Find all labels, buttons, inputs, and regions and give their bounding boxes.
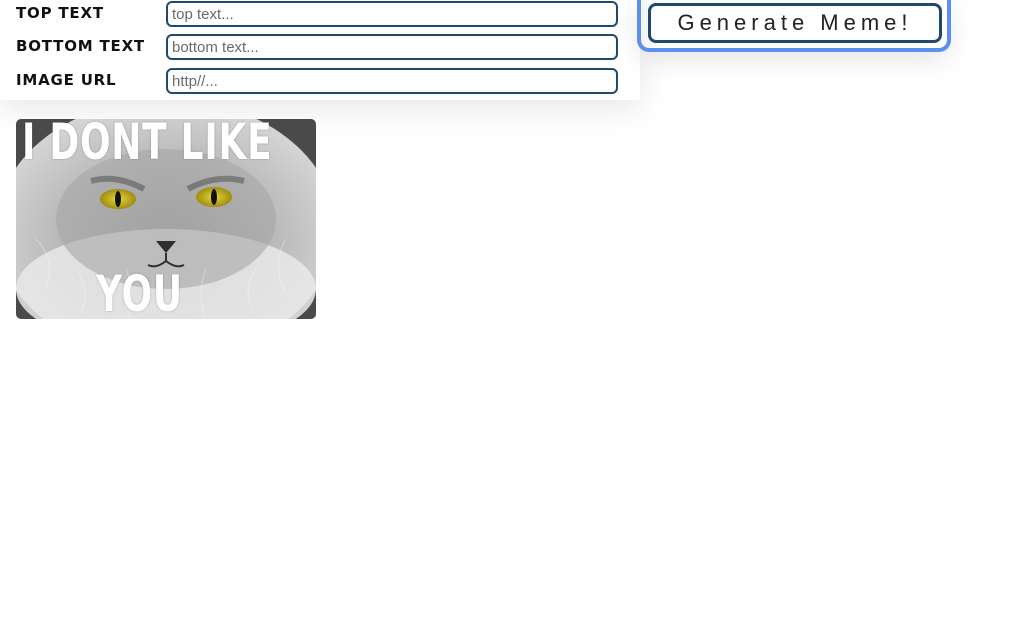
bottom-text-label: BOTTOM TEXT [16,37,145,55]
image-url-input[interactable] [166,68,618,94]
top-text-input[interactable] [166,1,618,27]
meme-card[interactable]: I DONT LIKE YOU [16,119,316,319]
generate-meme-button[interactable]: Generate Meme! [648,3,942,43]
top-text-label: TOP TEXT [16,4,104,22]
image-url-label: IMAGE URL [16,71,117,89]
meme-bottom-text: YOU [96,265,183,319]
meme-top-text: I DONT LIKE [22,119,273,171]
bottom-text-input[interactable] [166,34,618,60]
